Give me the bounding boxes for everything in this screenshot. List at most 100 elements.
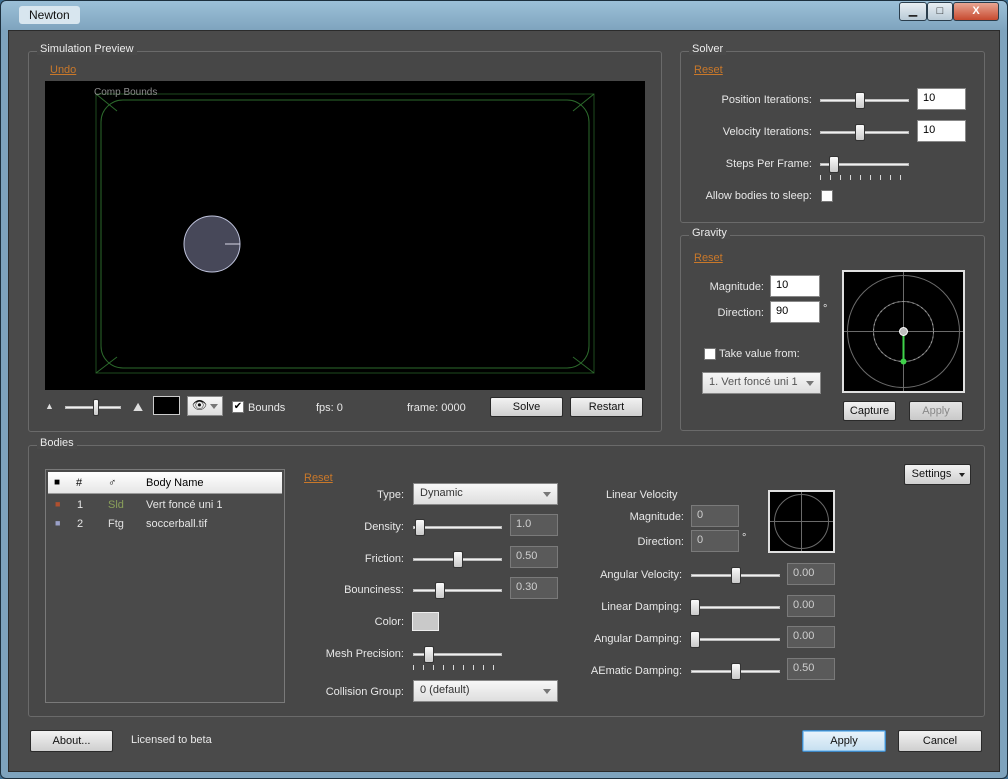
table-row[interactable]: ■ 1 Sld Vert foncé uni 1 [48, 497, 282, 515]
density-slider[interactable] [413, 519, 502, 537]
table-row[interactable]: ■ 2 Ftg soccerball.tif [48, 516, 282, 534]
mesh-precision-ticks [413, 665, 502, 670]
gravity-source-dropdown[interactable]: 1. Vert foncé uni 1 [702, 372, 821, 394]
mesh-precision-slider[interactable] [413, 646, 502, 670]
zoom-slider-thumb[interactable] [92, 399, 99, 416]
angular-velocity-field[interactable]: 0.00 [787, 563, 835, 585]
apply-button[interactable]: Apply [802, 730, 886, 752]
gravity-direction-label: Direction: [717, 307, 764, 319]
maximize-button[interactable]: □ [927, 2, 953, 21]
mesh-precision-label: Mesh Precision: [325, 648, 404, 660]
body-color-swatch[interactable] [412, 612, 439, 631]
header-type[interactable]: ♂ [108, 477, 116, 489]
steps-per-frame-slider[interactable] [820, 156, 909, 180]
simulation-preview-title: Simulation Preview [37, 43, 137, 55]
window-title: Newton [19, 6, 80, 24]
steps-per-frame-thumb[interactable] [829, 156, 840, 173]
density-field[interactable]: 1.0 [510, 514, 558, 536]
position-iterations-thumb[interactable] [855, 92, 866, 109]
mesh-precision-thumb[interactable] [424, 646, 435, 663]
allow-sleep-checkbox[interactable] [821, 190, 833, 202]
zoom-out-icon[interactable]: ▲ [45, 401, 55, 411]
position-iterations-field[interactable]: 10 [917, 88, 966, 110]
restart-button[interactable]: Restart [570, 397, 643, 417]
solver-reset-link[interactable]: Reset [694, 64, 723, 76]
friction-slider[interactable] [413, 551, 502, 569]
bounciness-slider[interactable] [413, 582, 502, 600]
gravity-group: Gravity Reset Magnitude: 10 Direction: 9… [680, 227, 985, 431]
close-button[interactable]: X [953, 2, 999, 21]
linear-damping-slider[interactable] [689, 599, 780, 617]
gravity-reset-link[interactable]: Reset [694, 252, 723, 264]
velocity-iterations-field[interactable]: 10 [917, 120, 966, 142]
gravity-apply-button[interactable]: Apply [909, 401, 963, 421]
aematic-damping-slider[interactable] [691, 663, 780, 681]
angular-damping-thumb[interactable] [689, 631, 700, 648]
bounds-checkbox[interactable]: ✔ [232, 401, 244, 413]
cancel-button[interactable]: Cancel [898, 730, 982, 752]
row-number: 1 [77, 499, 84, 511]
capture-button[interactable]: Capture [843, 401, 896, 421]
dial-center-handle[interactable] [899, 327, 908, 336]
aematic-damping-field[interactable]: 0.50 [787, 658, 835, 680]
bodies-list[interactable]: ■ # ♂ Body Name ■ 1 Sld Vert foncé uni 1… [45, 469, 285, 703]
friction-thumb[interactable] [452, 551, 463, 568]
header-number[interactable]: # [76, 477, 82, 489]
steps-per-frame-label: Steps Per Frame: [725, 158, 812, 170]
collision-group-value: 0 (default) [420, 684, 470, 696]
angular-velocity-thumb[interactable] [730, 567, 741, 584]
density-thumb[interactable] [415, 519, 426, 536]
simulation-canvas[interactable]: Comp Bounds [45, 81, 645, 390]
lv-direction-field[interactable]: 0 [691, 530, 739, 552]
angular-damping-field[interactable]: 0.00 [787, 626, 835, 648]
row-number: 2 [77, 518, 84, 530]
row-type: Sld [108, 499, 124, 511]
type-dropdown[interactable]: Dynamic [413, 483, 558, 505]
type-label: Type: [377, 489, 404, 501]
collision-group-dropdown[interactable]: 0 (default) [413, 680, 558, 702]
steps-per-frame-ticks [820, 175, 909, 180]
settings-button[interactable]: Settings [904, 464, 971, 485]
aematic-damping-thumb[interactable] [730, 663, 741, 680]
angular-velocity-slider[interactable] [691, 567, 780, 585]
solver-group: Solver Reset Position Iterations: 10 Vel… [680, 43, 985, 223]
angular-damping-label: Angular Damping: [593, 633, 682, 645]
solver-title: Solver [689, 43, 727, 55]
solve-button[interactable]: Solve [490, 397, 563, 417]
gravity-direction-field[interactable]: 90 [770, 301, 820, 323]
title-bar[interactable]: Newton ▁ □ X [1, 1, 1007, 29]
zoom-in-icon[interactable]: ⛰ [133, 400, 143, 415]
bodies-reset-link[interactable]: Reset [304, 472, 333, 484]
header-body-name[interactable]: Body Name [146, 477, 203, 489]
dialog-client: Simulation Preview Undo Comp Bounds ▲ ⛰ … [8, 30, 1000, 772]
row-body-name: soccerball.tif [146, 518, 208, 530]
linear-damping-field[interactable]: 0.00 [787, 595, 835, 617]
gravity-direction-dial[interactable] [842, 270, 965, 393]
background-color-swatch[interactable] [153, 396, 180, 415]
linear-damping-thumb[interactable] [689, 599, 700, 616]
header-color[interactable]: ■ [54, 477, 60, 488]
minimize-button[interactable]: ▁ [899, 2, 927, 21]
bounciness-thumb[interactable] [434, 582, 445, 599]
row-body-name: Vert foncé uni 1 [146, 499, 223, 511]
bounds-corner-bl [95, 356, 118, 374]
velocity-iterations-label: Velocity Iterations: [722, 126, 812, 138]
angular-damping-slider[interactable] [689, 631, 780, 649]
zoom-slider[interactable] [65, 399, 121, 417]
friction-field[interactable]: 0.50 [510, 546, 558, 568]
newton-window: Newton ▁ □ X Simulation Preview Undo Com… [0, 0, 1008, 779]
linear-velocity-dial[interactable] [768, 490, 835, 553]
gravity-magnitude-field[interactable]: 10 [770, 275, 820, 297]
lv-magnitude-field[interactable]: 0 [691, 505, 739, 527]
take-value-checkbox[interactable] [704, 348, 716, 360]
about-button[interactable]: About... [30, 730, 113, 752]
position-iterations-slider[interactable] [820, 92, 909, 110]
view-options-dropdown[interactable]: 👁 [187, 396, 223, 416]
velocity-iterations-thumb[interactable] [855, 124, 866, 141]
angular-velocity-label: Angular Velocity: [600, 569, 682, 581]
velocity-iterations-slider[interactable] [820, 124, 909, 142]
bounciness-label: Bounciness: [344, 584, 404, 596]
undo-link[interactable]: Undo [50, 64, 76, 76]
gravity-vector-handle[interactable] [900, 358, 907, 365]
settings-button-label: Settings [911, 468, 952, 480]
